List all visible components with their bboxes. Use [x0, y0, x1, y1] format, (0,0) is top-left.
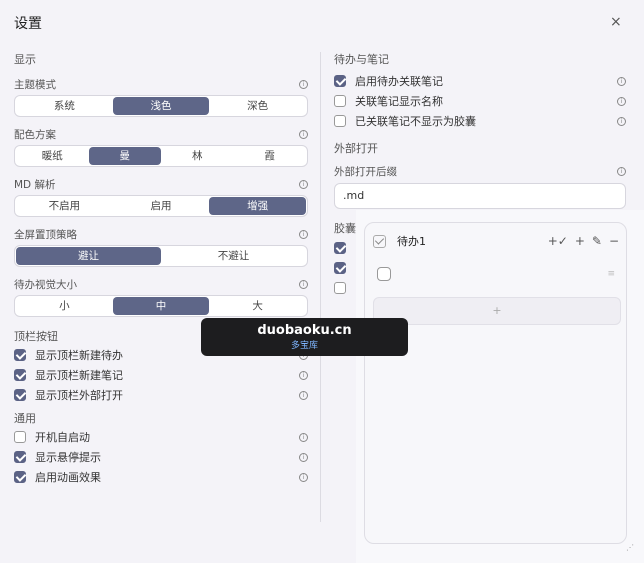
palette-option-xia[interactable]: 霞: [234, 147, 307, 165]
checkbox-icon[interactable]: [14, 349, 26, 361]
info-icon[interactable]: i: [299, 79, 308, 89]
todo-card: 待办1 +✓ + ✎ − ≡ +: [364, 222, 627, 544]
todo-size-option-large[interactable]: 大: [209, 297, 306, 315]
add-todo-button[interactable]: +✓: [548, 234, 568, 248]
info-icon[interactable]: i: [299, 432, 308, 442]
close-icon[interactable]: ×: [610, 14, 622, 30]
resize-grip-icon[interactable]: ⋰: [626, 543, 634, 552]
palette-row: 配色方案 i: [14, 126, 308, 142]
watermark-name: 多宝库: [290, 341, 318, 351]
section-general: 通用: [14, 412, 36, 425]
show-note-name-row: 关联笔记显示名称 i: [334, 91, 626, 111]
add-todo-bar[interactable]: +: [373, 297, 621, 325]
checkbox-icon[interactable]: [14, 389, 26, 401]
suffix-label: 外部打开后缀: [334, 165, 397, 178]
checkbox-icon[interactable]: [14, 431, 26, 443]
todo-item: ≡: [377, 265, 615, 283]
checkbox-icon[interactable]: [334, 242, 346, 254]
topbar-external-open-label: 显示顶栏外部打开: [35, 389, 123, 402]
md-option-off[interactable]: 不启用: [16, 197, 113, 215]
info-icon[interactable]: i: [299, 129, 308, 139]
checkbox-icon[interactable]: [373, 234, 386, 248]
dialog-title: 设置: [14, 16, 42, 32]
checkbox-icon[interactable]: [334, 282, 346, 294]
checkbox-icon[interactable]: [377, 267, 391, 281]
info-icon[interactable]: i: [617, 166, 626, 176]
md-option-on[interactable]: 启用: [113, 197, 210, 215]
topbar-new-note-label: 显示顶栏新建笔记: [35, 369, 123, 382]
todo-size-row: 待办视觉大小 i: [14, 276, 308, 292]
md-option-enhanced[interactable]: 增强: [209, 197, 307, 215]
todo-size-option-small[interactable]: 小: [16, 297, 113, 315]
animations-row: 启用动画效果 i: [14, 467, 308, 487]
watermark: duobaoku.cn 多宝库: [201, 318, 408, 356]
hover-tips-row: 显示悬停提示 i: [14, 447, 308, 467]
theme-option-system[interactable]: 系统: [16, 97, 113, 115]
info-icon[interactable]: i: [299, 179, 308, 189]
info-icon[interactable]: i: [299, 370, 308, 380]
palette-segmented: 暖纸 曼 林 霞: [14, 145, 308, 167]
palette-option-lin[interactable]: 林: [161, 147, 234, 165]
add-button[interactable]: +: [575, 234, 585, 248]
grip-icon[interactable]: ≡: [607, 269, 615, 279]
info-icon[interactable]: i: [299, 279, 308, 289]
section-display: 显示: [14, 53, 36, 66]
checkbox-icon[interactable]: [14, 451, 26, 463]
fullscreen-row: 全屏置顶策略 i: [14, 226, 308, 242]
no-capsule-label: 已关联笔记不显示为胶囊: [355, 115, 476, 128]
hover-tips-label: 显示悬停提示: [35, 451, 101, 464]
todo-size-segmented: 小 中 大: [14, 295, 308, 317]
suffix-input[interactable]: .md: [334, 183, 626, 209]
info-icon[interactable]: i: [299, 472, 308, 482]
todo-card-header: 待办1 +✓ + ✎ −: [373, 231, 619, 251]
left-column: 显示 主题模式 i 系统 浅色 深色 配色方案 i 暖纸 曼 林 霞 MD 解析…: [14, 52, 308, 487]
suffix-row: 外部打开后缀 i: [334, 163, 626, 179]
palette-option-man[interactable]: 曼: [88, 147, 161, 165]
palette-label: 配色方案: [14, 128, 56, 141]
md-row: MD 解析 i: [14, 176, 308, 192]
fullscreen-segmented: 避让 不避让: [14, 245, 308, 267]
theme-segmented: 系统 浅色 深色: [14, 95, 308, 117]
minimize-button[interactable]: −: [609, 234, 619, 248]
checkbox-icon[interactable]: [334, 115, 346, 127]
animations-label: 启用动画效果: [35, 471, 101, 484]
info-icon[interactable]: i: [299, 229, 308, 239]
md-segmented: 不启用 启用 增强: [14, 195, 308, 217]
theme-option-light[interactable]: 浅色: [112, 97, 210, 115]
fullscreen-option-no-avoid[interactable]: 不避让: [161, 247, 306, 265]
info-icon[interactable]: i: [299, 452, 308, 462]
checkbox-icon[interactable]: [14, 471, 26, 483]
show-note-name-label: 关联笔记显示名称: [355, 95, 443, 108]
autostart-label: 开机自启动: [35, 431, 90, 444]
section-external: 外部打开: [334, 142, 378, 155]
checkbox-icon[interactable]: [334, 75, 346, 87]
fullscreen-label: 全屏置顶策略: [14, 228, 77, 241]
checkbox-icon[interactable]: [334, 262, 346, 274]
no-capsule-row: 已关联笔记不显示为胶囊 i: [334, 111, 626, 131]
info-icon[interactable]: i: [617, 96, 626, 106]
theme-row: 主题模式 i: [14, 76, 308, 92]
link-notes-label: 启用待办关联笔记: [355, 75, 443, 88]
topbar-external-open-row: 显示顶栏外部打开 i: [14, 385, 308, 405]
todo-card-title[interactable]: 待办1: [397, 233, 541, 249]
theme-option-dark[interactable]: 深色: [209, 97, 306, 115]
section-todo-notes: 待办与笔记: [334, 53, 389, 66]
checkbox-icon[interactable]: [14, 369, 26, 381]
todo-size-option-medium[interactable]: 中: [112, 297, 210, 315]
watermark-domain: duobaoku.cn: [257, 323, 352, 338]
autostart-row: 开机自启动 i: [14, 427, 308, 447]
info-icon[interactable]: i: [617, 116, 626, 126]
palette-option-paper[interactable]: 暖纸: [16, 147, 89, 165]
link-notes-row: 启用待办关联笔记 i: [334, 71, 626, 91]
fullscreen-option-avoid[interactable]: 避让: [16, 247, 161, 265]
info-icon[interactable]: i: [617, 76, 626, 86]
pencil-icon[interactable]: ✎: [592, 234, 602, 248]
checkbox-icon[interactable]: [334, 95, 346, 107]
todo-size-label: 待办视觉大小: [14, 278, 77, 291]
theme-label: 主题模式: [14, 78, 56, 91]
md-label: MD 解析: [14, 178, 56, 191]
topbar-new-note-row: 显示顶栏新建笔记 i: [14, 365, 308, 385]
info-icon[interactable]: i: [299, 390, 308, 400]
column-divider: [320, 52, 321, 522]
